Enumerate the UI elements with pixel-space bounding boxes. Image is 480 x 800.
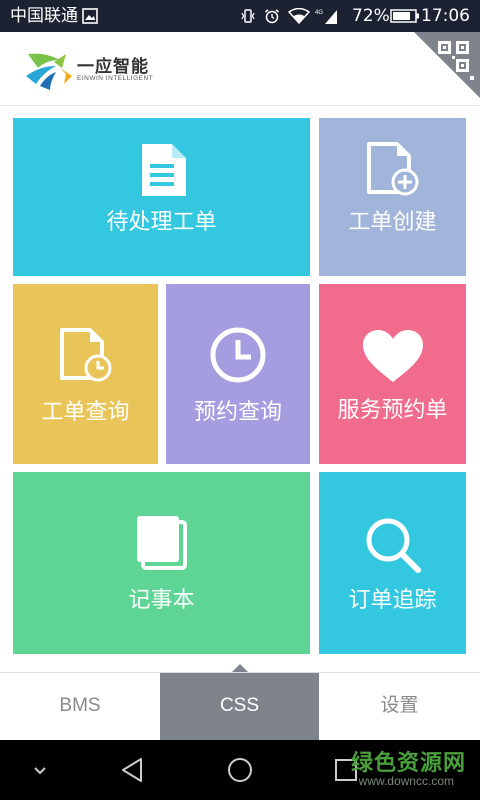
tile-label: 订单追踪 — [348, 588, 437, 613]
tile-pending-orders[interactable]: 待处理工单 — [13, 118, 310, 276]
battery-percent: 72% — [352, 6, 390, 26]
carrier-name: 中国联通 — [10, 6, 78, 26]
tile-label: 工单查询 — [41, 400, 130, 425]
tab-css[interactable]: CSS — [160, 673, 319, 741]
tile-create-order[interactable]: 工单创建 — [319, 118, 466, 276]
watermark-title: 绿色资源网 — [350, 751, 466, 776]
document-icon — [141, 144, 186, 196]
document-add-icon — [366, 142, 418, 196]
tile-label: 工单创建 — [348, 210, 437, 235]
function-grid: 待处理工单 工单创建 工单查询 预约查询 服务预约单 记事本 订单追踪 — [0, 106, 480, 672]
clock-icon — [210, 327, 266, 383]
alarm-icon — [265, 9, 279, 24]
tile-label: 待处理工单 — [106, 210, 217, 235]
heart-icon — [362, 330, 423, 382]
tab-bms[interactable]: BMS — [0, 673, 160, 741]
app-header: 一应智能 EINWIN INTELLIGENT — [0, 32, 480, 106]
notebook-icon — [136, 516, 187, 570]
tile-label: 预约查询 — [193, 400, 282, 425]
chevron-down-icon[interactable] — [20, 750, 60, 790]
document-clock-icon — [59, 328, 111, 382]
wifi-icon — [288, 8, 310, 24]
brand-subtitle: EINWIN INTELLIGENT — [77, 75, 154, 82]
tile-order-tracking[interactable]: 订单追踪 — [319, 472, 466, 654]
tile-service-appointment[interactable]: 服务预约单 — [319, 284, 466, 464]
watermark-url: www.downcc.com — [358, 774, 454, 788]
image-icon — [82, 8, 98, 24]
tile-label: 服务预约单 — [337, 398, 448, 423]
battery-icon — [390, 9, 419, 23]
tile-appointment-query[interactable]: 预约查询 — [166, 284, 310, 464]
tile-label: 记事本 — [128, 588, 195, 613]
tab-settings[interactable]: 设置 — [319, 673, 480, 741]
search-icon — [366, 518, 421, 573]
active-tab-indicator — [232, 664, 248, 672]
bottom-tab-bar: BMS CSS 设置 — [0, 672, 480, 741]
home-icon[interactable] — [220, 750, 260, 790]
clock: 17:06 — [421, 6, 470, 26]
signal-4g-icon: 4G — [315, 10, 337, 24]
back-icon[interactable] — [113, 750, 153, 790]
vibrate-icon — [241, 9, 255, 23]
logo-mark-icon — [26, 53, 72, 90]
qr-code-icon[interactable] — [414, 32, 480, 98]
brand-name: 一应智能 — [77, 57, 149, 77]
status-bar: 中国联通 4G 72% 17:06 — [0, 0, 480, 32]
tile-notebook[interactable]: 记事本 — [13, 472, 310, 654]
tile-order-query[interactable]: 工单查询 — [13, 284, 158, 464]
svg-text:4G: 4G — [315, 10, 323, 16]
